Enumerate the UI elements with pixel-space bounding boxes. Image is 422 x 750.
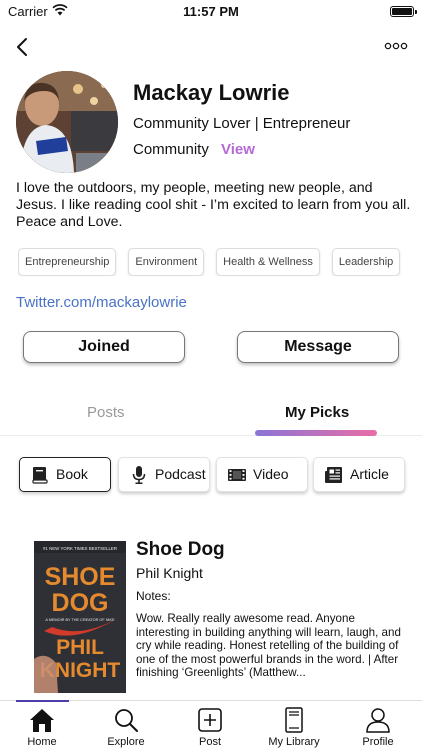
tabbar-post[interactable]: Post xyxy=(168,701,252,750)
twitter-link[interactable]: Twitter.com/mackaylowrie xyxy=(16,294,187,311)
cover-author-line1: PHIL xyxy=(56,636,104,659)
filter-video-button[interactable]: Video xyxy=(216,457,308,492)
filter-article-button[interactable]: Article xyxy=(313,457,405,492)
filter-book-label: Book xyxy=(56,466,88,482)
cover-banner: #1 NEW YORK TIMES BESTSELLER xyxy=(43,546,117,551)
tabbar-active-indicator xyxy=(16,700,69,702)
home-icon xyxy=(30,709,54,732)
pick-title[interactable]: Shoe Dog xyxy=(136,539,225,561)
filter-book-button[interactable]: Book xyxy=(19,457,111,492)
active-tab-indicator xyxy=(255,430,377,436)
film-icon xyxy=(228,469,246,481)
filter-article-label: Article xyxy=(350,466,389,482)
cover-title-line1: SHOE xyxy=(45,563,116,591)
more-options-icon[interactable] xyxy=(384,40,408,52)
tabbar-post-label: Post xyxy=(198,736,221,748)
community-label: Community xyxy=(133,141,209,158)
pick-author: Phil Knight xyxy=(136,565,203,581)
notes-label: Notes: xyxy=(136,589,171,603)
library-icon xyxy=(285,707,303,733)
tabbar-my-library[interactable]: My Library xyxy=(252,701,336,750)
tab-posts[interactable]: Posts xyxy=(87,404,125,421)
tabbar-profile-label: Profile xyxy=(362,736,394,748)
tab-my-picks[interactable]: My Picks xyxy=(285,404,349,421)
status-bar: Carrier 11:57 PM xyxy=(0,0,422,24)
interest-chips: Entrepreneurship Environment Health & Well… xyxy=(18,248,408,276)
tabbar-home[interactable]: Home xyxy=(0,701,84,750)
microphone-icon xyxy=(132,466,146,484)
interest-chip[interactable]: Leadership xyxy=(331,248,401,276)
community-row: Community View xyxy=(133,141,255,158)
pick-notes: Wow. Really really awesome read. Anyone … xyxy=(136,612,401,680)
clock: 11:57 PM xyxy=(183,4,239,19)
tabbar-profile[interactable]: Profile xyxy=(336,701,420,750)
profile-name: Mackay Lowrie xyxy=(133,80,290,105)
bottom-tab-bar: Home Explore Post My Library Profile xyxy=(0,700,422,750)
avatar xyxy=(16,71,118,173)
book-icon xyxy=(32,467,48,484)
view-community-link[interactable]: View xyxy=(221,141,255,158)
interest-chip[interactable]: Entrepreneurship xyxy=(18,248,117,276)
tabbar-home-label: Home xyxy=(27,736,57,748)
newspaper-icon xyxy=(325,467,342,483)
interest-chip[interactable]: Environment xyxy=(128,248,205,276)
search-icon xyxy=(115,709,138,732)
joined-button[interactable]: Joined xyxy=(23,331,185,363)
cover-title-line2: DOG xyxy=(52,589,109,617)
tabbar-explore[interactable]: Explore xyxy=(84,701,168,750)
book-cover[interactable]: #1 NEW YORK TIMES BESTSELLER SHOE DOG A … xyxy=(34,541,126,693)
profile-icon xyxy=(366,708,390,733)
filter-video-label: Video xyxy=(253,466,289,482)
profile-tagline: Community Lover | Entrepreneur xyxy=(133,115,351,132)
interest-chip[interactable]: Health & Wellness xyxy=(216,248,320,276)
tabbar-explore-label: Explore xyxy=(107,736,145,748)
filter-podcast-label: Podcast xyxy=(155,466,206,482)
profile-bio: I love the outdoors, my people, meeting … xyxy=(16,180,411,230)
message-button[interactable]: Message xyxy=(237,331,399,363)
cover-subtitle: A MEMOIR BY THE CREATOR OF NIKE xyxy=(45,618,115,622)
back-arrow-icon[interactable] xyxy=(12,36,34,58)
battery-icon xyxy=(390,6,417,17)
tabbar-my-library-label: My Library xyxy=(268,736,320,748)
filter-podcast-button[interactable]: Podcast xyxy=(118,457,210,492)
add-post-icon xyxy=(198,708,222,732)
